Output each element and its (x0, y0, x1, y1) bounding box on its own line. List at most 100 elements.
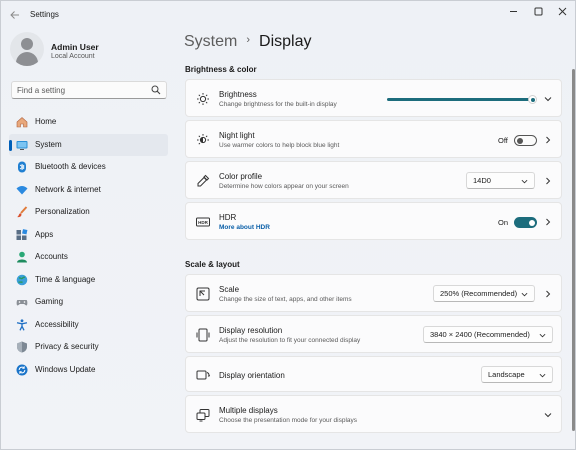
search-box[interactable] (11, 81, 167, 99)
dropdown-value: 250% (Recommended) (440, 289, 518, 298)
multiple-displays-icon (196, 409, 210, 422)
app-title: Settings (30, 10, 59, 19)
chevron-right-icon[interactable] (544, 136, 552, 144)
chevron-right-icon[interactable] (544, 177, 552, 185)
chevron-right-icon[interactable] (544, 218, 552, 226)
sidebar-item-label: Privacy & security (35, 342, 99, 351)
night-light-title: Night light (219, 131, 255, 140)
scale-title: Scale (219, 285, 240, 294)
brush-icon (17, 206, 28, 218)
night-light-state-label: Off (498, 136, 508, 145)
title-bar: Settings (1, 1, 576, 29)
bluetooth-icon (18, 161, 26, 173)
hdr-more-link[interactable]: More about HDR (219, 224, 270, 231)
night-light-icon (197, 134, 209, 145)
scale-icon (196, 287, 210, 301)
chevron-down-icon (521, 179, 528, 184)
chevron-right-icon[interactable] (544, 290, 552, 298)
brightness-subtitle: Change brightness for the built-in displ… (219, 101, 337, 108)
minimize-icon (509, 11, 517, 12)
color-profile-card[interactable]: Color profile Determine how colors appea… (185, 161, 562, 199)
sidebar-item-bluetooth[interactable]: Bluetooth & devices (9, 156, 168, 179)
chevron-down-icon[interactable] (544, 411, 552, 419)
brightness-icon (197, 93, 209, 105)
wifi-icon (16, 185, 28, 194)
dropdown-value: 14D0 (473, 176, 491, 185)
sidebar-item-accounts[interactable]: Accounts (9, 246, 168, 269)
sidebar-item-label: Network & internet (35, 184, 101, 194)
sidebar-item-home[interactable]: Home (9, 111, 168, 134)
sidebar-item-accessibility[interactable]: Accessibility (9, 314, 168, 337)
breadcrumb-separator: › (246, 34, 251, 46)
brightness-slider[interactable] (387, 95, 537, 105)
brightness-title: Brightness (219, 90, 257, 99)
chevron-down-icon[interactable] (544, 95, 552, 103)
search-input[interactable] (17, 84, 147, 97)
user-account-type: Local Account (51, 53, 95, 60)
avatar (10, 32, 44, 66)
scale-subtitle: Change the size of text, apps, and other… (219, 296, 352, 303)
close-icon (558, 7, 566, 16)
hdr-title: HDR (219, 213, 237, 222)
display-orientation-dropdown[interactable]: Landscape (481, 366, 553, 383)
system-icon (16, 140, 28, 150)
night-light-toggle[interactable] (514, 135, 537, 146)
sidebar-item-label: Home (35, 117, 57, 126)
display-resolution-card[interactable]: Display resolution Adjust the resolution… (185, 315, 562, 353)
user-name: Admin User (51, 42, 99, 52)
chevron-down-icon (539, 373, 546, 378)
color-profile-dropdown[interactable]: 14D0 (466, 172, 535, 189)
apps-icon (16, 228, 28, 240)
multiple-displays-title: Multiple displays (219, 406, 278, 415)
page-title: Display (259, 33, 312, 50)
settings-window: Settings Admin User Local Account Home (0, 0, 576, 450)
sidebar-item-system[interactable]: System (9, 133, 168, 156)
sidebar-item-label: Personalization (35, 207, 90, 216)
scrollbar[interactable] (572, 69, 575, 431)
close-button[interactable] (552, 5, 572, 23)
eyedropper-icon (197, 174, 210, 187)
color-profile-title: Color profile (219, 172, 263, 181)
slider-thumb[interactable] (528, 95, 537, 104)
home-icon (16, 117, 28, 128)
slider-track (387, 98, 533, 101)
hdr-card[interactable]: HDR HDR More about HDR On (185, 202, 562, 240)
sidebar-item-label: Apps (35, 229, 54, 239)
sidebar-item-label: Accounts (35, 252, 68, 261)
breadcrumb: System › Display (184, 33, 311, 51)
sidebar-item-personalization[interactable]: Personalization (9, 201, 168, 224)
back-arrow-icon (10, 11, 19, 19)
minimize-button[interactable] (503, 5, 523, 23)
scale-dropdown[interactable]: 250% (Recommended) (433, 285, 535, 302)
sidebar-item-privacy-security[interactable]: Privacy & security (9, 336, 168, 359)
sidebar-item-apps[interactable]: Apps (9, 224, 168, 247)
multiple-displays-card[interactable]: Multiple displays Choose the presentatio… (185, 395, 562, 433)
sidebar-item-label: Windows Update (35, 364, 96, 374)
sidebar-item-windows-update[interactable]: Windows Update (9, 359, 168, 382)
breadcrumb-parent[interactable]: System (184, 33, 237, 50)
display-orientation-title: Display orientation (219, 371, 285, 380)
scale-card[interactable]: Scale Change the size of text, apps, and… (185, 274, 562, 312)
back-button[interactable] (7, 7, 23, 23)
hdr-toggle[interactable] (514, 217, 537, 228)
display-orientation-card[interactable]: Display orientation Landscape (185, 356, 562, 392)
display-resolution-subtitle: Adjust the resolution to fit your connec… (219, 337, 361, 344)
sidebar-item-label: Accessibility (35, 319, 79, 329)
maximize-button[interactable] (528, 5, 548, 23)
section-title-scale-layout: Scale & layout (185, 260, 240, 269)
sidebar-item-network[interactable]: Network & internet (9, 179, 168, 202)
brightness-card[interactable]: Brightness Change brightness for the bui… (185, 79, 562, 117)
display-resolution-dropdown[interactable]: 3840 × 2400 (Recommended) (423, 326, 553, 343)
gamepad-icon (16, 300, 28, 306)
svg-text:HDR: HDR (198, 220, 208, 225)
sidebar-item-time-language[interactable]: Time & language (9, 269, 168, 292)
chevron-down-icon (539, 333, 546, 338)
color-profile-subtitle: Determine how colors appear on your scre… (219, 183, 349, 190)
sidebar-item-gaming[interactable]: Gaming (9, 291, 168, 314)
accounts-icon (17, 251, 27, 263)
night-light-card[interactable]: Night light Use warmer colors to help bl… (185, 120, 562, 158)
display-resolution-title: Display resolution (219, 326, 283, 335)
dropdown-value: 3840 × 2400 (Recommended) (430, 330, 530, 339)
orientation-icon (196, 370, 210, 380)
sidebar-item-label: Bluetooth & devices (35, 162, 106, 171)
